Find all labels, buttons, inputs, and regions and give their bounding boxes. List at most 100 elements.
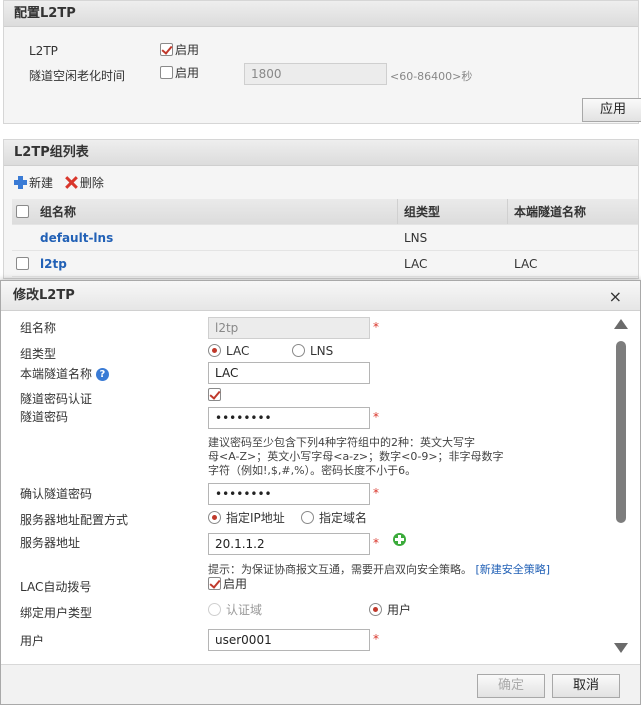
addr-mode-domain-radio[interactable]: 指定域名 — [301, 509, 367, 526]
dialog-footer: 确定 取消 — [1, 664, 640, 704]
apply-button[interactable]: 应用 — [582, 98, 641, 122]
modify-l2tp-dialog: 修改L2TP × 组名称 l2tp * 组类型 LAC LNS 本端隧道名称 ?… — [0, 280, 641, 705]
addr-mode-label: 服务器地址配置方式 — [20, 513, 129, 527]
checkbox-unchecked-icon — [160, 66, 173, 79]
radio-selected-icon — [369, 603, 382, 616]
table-row[interactable]: default-lns LNS — [12, 225, 638, 251]
password-note-line-1: 建议密码至少包含下列4种字符组中的2种：英文大写字 — [208, 436, 475, 449]
row-checkbox[interactable] — [16, 257, 29, 270]
col-group-type[interactable]: 组类型 — [398, 199, 508, 224]
auto-dial-enable-label: 启用 — [223, 577, 248, 591]
server-addr-input[interactable]: 20.1.1.2 — [208, 533, 370, 555]
server-note: 提示：为保证协商报文互通，需要开启双向安全策略。 [新建安全策略] — [208, 563, 550, 576]
tunnel-name-text: 本端隧道名称 — [20, 367, 93, 381]
confirm-password-input[interactable]: •••••••• — [208, 483, 370, 505]
required-star: * — [373, 320, 379, 334]
required-star: * — [373, 536, 379, 550]
l2tp-group-list-panel: L2TP组列表 新建 删除 组名称 组类型 本端隧道名称 default-lns… — [3, 139, 639, 279]
tunnel-name-cell — [508, 225, 638, 250]
auto-dial-label: LAC自动拨号 — [20, 580, 92, 594]
table-row[interactable]: l2tp LAC LAC — [12, 251, 638, 277]
group-name-link[interactable]: default-lns — [40, 231, 113, 245]
idle-enable-checkbox[interactable]: 启用 — [160, 64, 199, 81]
col-tunnel-name[interactable]: 本端隧道名称 — [508, 199, 638, 224]
user-input[interactable]: user0001 — [208, 629, 370, 651]
checkbox-checked-icon — [160, 43, 173, 56]
plus-icon — [14, 176, 27, 189]
add-server-icon[interactable] — [393, 533, 406, 546]
delete-button[interactable]: 删除 — [65, 174, 104, 191]
radio-selected-icon — [208, 511, 221, 524]
cancel-button[interactable]: 取消 — [552, 674, 620, 698]
group-name-label: 组名称 — [20, 321, 57, 335]
user-label: 用户 — [20, 634, 45, 648]
tunnel-name-cell: LAC — [514, 256, 538, 271]
addr-mode-ip-radio[interactable]: 指定IP地址 — [208, 509, 285, 526]
type-lns-label: LNS — [310, 343, 334, 358]
checkbox-checked-icon — [208, 388, 221, 401]
bind-user-label: 用户 — [387, 603, 412, 617]
delete-x-icon — [65, 176, 78, 189]
type-lac-radio[interactable]: LAC — [208, 343, 249, 358]
scroll-down-icon[interactable] — [614, 643, 628, 653]
bind-domain-radio[interactable]: 认证域 — [208, 601, 262, 618]
bind-user-radio[interactable]: 用户 — [369, 601, 411, 618]
idle-timeout-label: 隧道空闲老化时间 — [29, 69, 126, 83]
tunnel-auth-checkbox[interactable] — [208, 387, 221, 401]
group-type-cell: LNS — [404, 230, 428, 245]
group-type-cell: LAC — [404, 256, 428, 271]
type-lns-radio[interactable]: LNS — [292, 343, 333, 358]
radio-disabled-icon — [208, 603, 221, 616]
scroll-up-icon[interactable] — [614, 319, 628, 329]
group-list-title: L2TP组列表 — [4, 140, 638, 166]
group-name-link[interactable]: l2tp — [40, 257, 67, 271]
group-table: 组名称 组类型 本端隧道名称 default-lns LNS l2tp LAC … — [12, 199, 638, 277]
new-security-policy-link[interactable]: [新建安全策略] — [476, 563, 551, 576]
table-header: 组名称 组类型 本端隧道名称 — [12, 199, 638, 225]
server-addr-label: 服务器地址 — [20, 536, 81, 550]
new-button[interactable]: 新建 — [14, 174, 53, 191]
bind-domain-label: 认证域 — [226, 603, 263, 617]
tunnel-name-label: 本端隧道名称 ? — [20, 365, 109, 382]
dialog-scrollbar[interactable] — [614, 319, 628, 653]
config-l2tp-panel: 配置L2TP L2TP 启用 隧道空闲老化时间 启用 1800 <60-8640… — [3, 0, 641, 124]
select-all-checkbox[interactable] — [16, 205, 29, 218]
dialog-body: 组名称 l2tp * 组类型 LAC LNS 本端隧道名称 ? LAC 隧道密码… — [1, 312, 611, 660]
password-note-line-2: 母<A-Z>；英文小写字母<a-z>；数字<0-9>；非字母数字 — [208, 450, 504, 463]
dialog-title: 修改L2TP — [1, 281, 640, 311]
idle-enable-label: 启用 — [175, 66, 200, 80]
tunnel-password-input[interactable]: •••••••• — [208, 407, 370, 429]
l2tp-enable-label: 启用 — [175, 43, 200, 57]
confirm-password-label: 确认隧道密码 — [20, 487, 93, 501]
tunnel-auth-label: 隧道密码认证 — [20, 392, 93, 406]
help-icon[interactable]: ? — [95, 368, 109, 381]
auto-dial-checkbox[interactable]: 启用 — [208, 575, 247, 592]
group-name-input[interactable]: l2tp — [208, 317, 370, 339]
checkbox-checked-icon — [208, 577, 221, 590]
idle-timeout-hint: <60-86400>秒 — [390, 70, 473, 83]
type-lac-label: LAC — [226, 343, 250, 358]
l2tp-label: L2TP — [29, 44, 58, 58]
addr-mode-ip-label: 指定IP地址 — [226, 511, 285, 525]
required-star: * — [373, 486, 379, 500]
tunnel-name-input[interactable]: LAC — [208, 362, 370, 384]
required-star: * — [373, 632, 379, 646]
idle-timeout-input[interactable]: 1800 — [244, 63, 387, 85]
group-type-label: 组类型 — [20, 347, 57, 361]
l2tp-enable-checkbox[interactable]: 启用 — [160, 41, 199, 58]
server-note-text: 提示：为保证协商报文互通，需要开启双向安全策略。 — [208, 563, 472, 576]
col-group-name[interactable]: 组名称 — [34, 199, 398, 224]
password-note-line-3: 字符（例如!,$,#,%）。密码长度不小于6。 — [208, 464, 417, 477]
radio-selected-icon — [208, 344, 221, 357]
scroll-thumb[interactable] — [616, 341, 626, 523]
ok-button[interactable]: 确定 — [477, 674, 545, 698]
delete-label: 删除 — [79, 176, 104, 190]
group-toolbar: 新建 删除 — [14, 174, 112, 192]
radio-unselected-icon — [301, 511, 314, 524]
radio-unselected-icon — [292, 344, 305, 357]
bind-type-label: 绑定用户类型 — [20, 606, 93, 620]
close-icon[interactable]: × — [609, 287, 622, 306]
config-panel-title: 配置L2TP — [4, 1, 638, 27]
required-star: * — [373, 410, 379, 424]
addr-mode-domain-label: 指定域名 — [319, 511, 368, 525]
